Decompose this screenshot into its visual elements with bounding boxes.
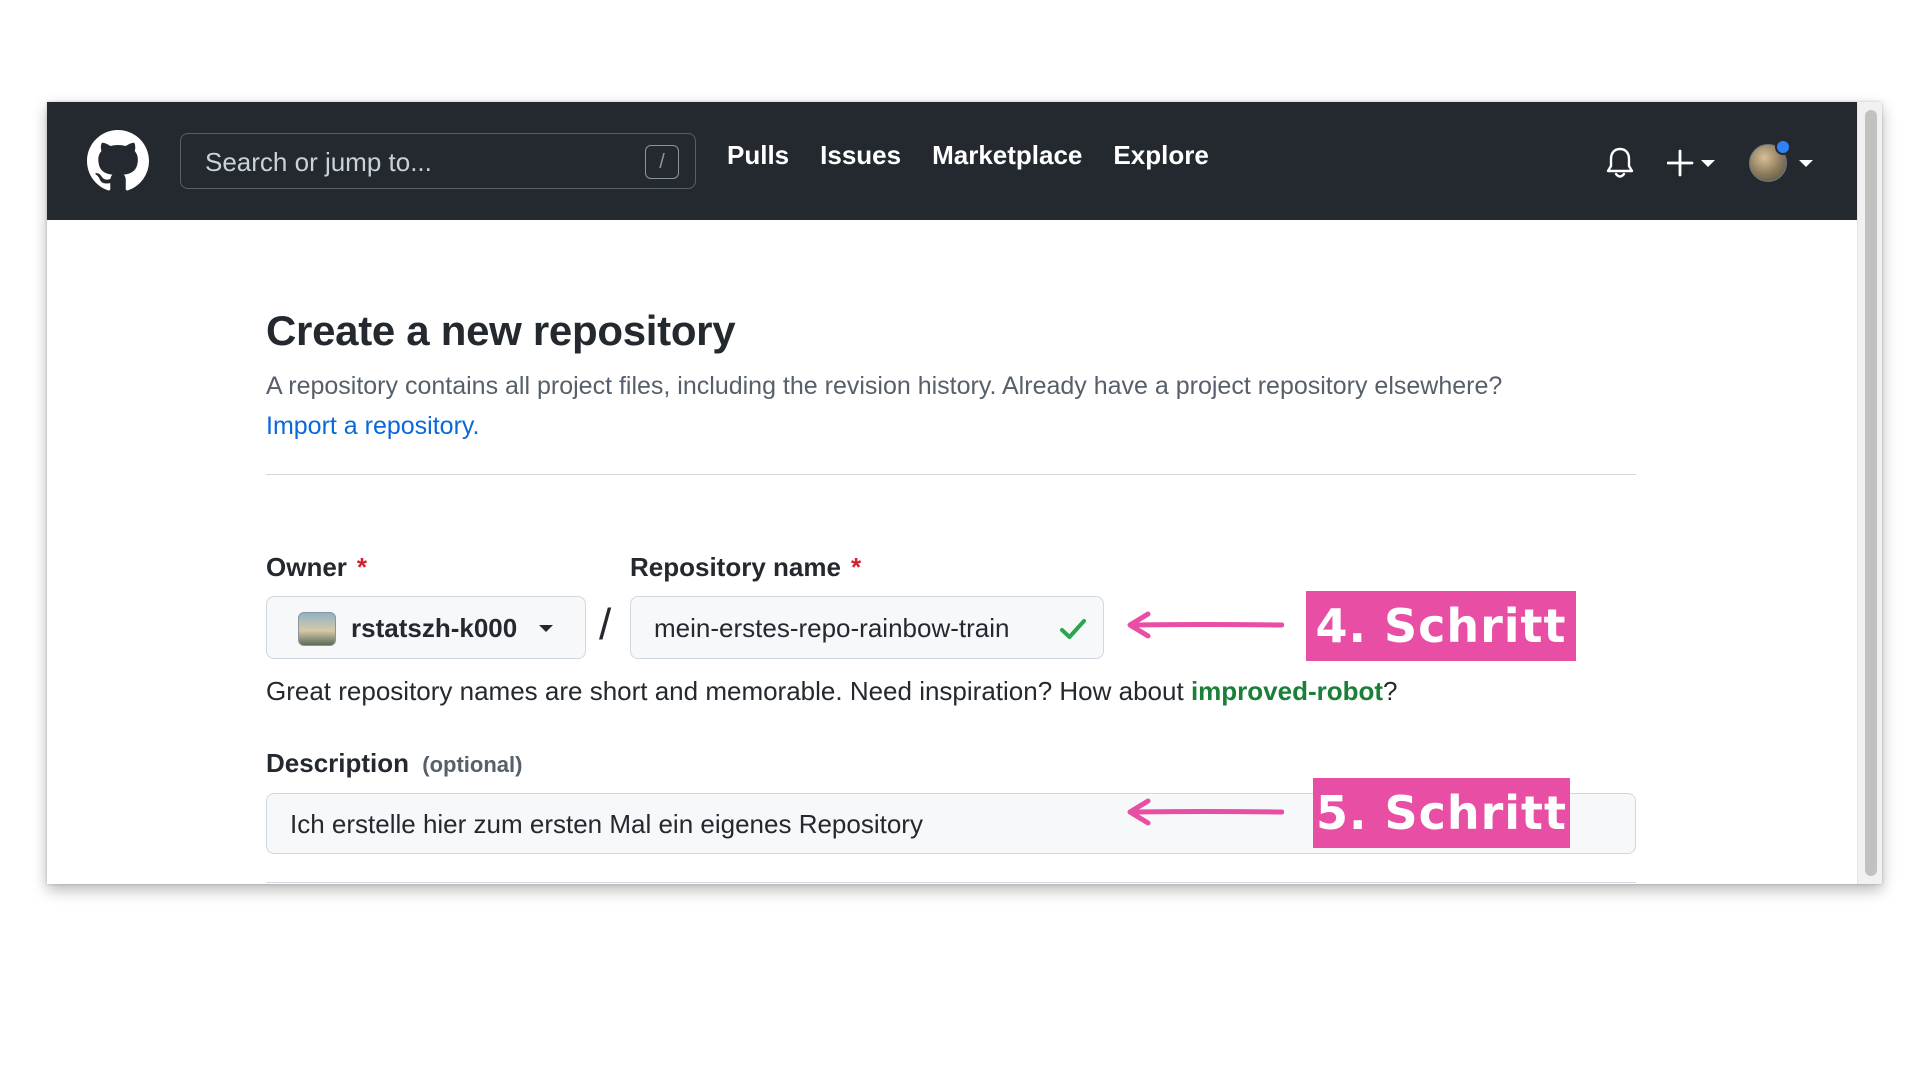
search-shortcut-key: / xyxy=(645,145,679,179)
required-mark: * xyxy=(850,552,862,582)
check-icon xyxy=(1060,619,1086,639)
owner-label-text: Owner xyxy=(266,552,347,582)
description-label-text: Description xyxy=(266,748,410,778)
nav-marketplace[interactable]: Marketplace xyxy=(932,140,1082,171)
repo-name-value: mein-erstes-repo-rainbow-train xyxy=(654,613,1010,643)
global-header: Search or jump to... / Pulls Issues Mark… xyxy=(47,102,1857,220)
description-value: Ich erstelle hier zum ersten Mal ein eig… xyxy=(290,809,923,839)
description-label: Description (optional) xyxy=(266,748,522,779)
repo-name-label: Repository name * xyxy=(630,552,861,583)
divider xyxy=(266,474,1636,475)
notification-indicator xyxy=(1775,139,1791,155)
scrollbar[interactable] xyxy=(1857,102,1882,884)
search-input[interactable]: Search or jump to... / xyxy=(180,133,696,189)
import-repository-link[interactable]: Import a repository. xyxy=(266,412,480,440)
chevron-down-icon xyxy=(539,625,553,632)
create-new-menu[interactable] xyxy=(1666,146,1723,180)
optional-tag: (optional) xyxy=(422,752,523,777)
scrollbar-thumb[interactable] xyxy=(1865,110,1877,876)
nav-issues[interactable]: Issues xyxy=(820,140,901,171)
repo-name-input[interactable]: mein-erstes-repo-rainbow-train xyxy=(630,596,1104,659)
repo-name-hint: Great repository names are short and mem… xyxy=(266,676,1398,707)
owner-select[interactable]: rstatszh-k000 xyxy=(266,596,586,659)
intro-text: A repository contains all project files,… xyxy=(266,372,1503,400)
step4-label: 4. Schritt xyxy=(1306,591,1576,661)
nav-explore[interactable]: Explore xyxy=(1113,140,1208,171)
hint-text: Great repository names are short and mem… xyxy=(266,676,1184,706)
bell-icon[interactable] xyxy=(1604,146,1636,180)
suggested-name-link[interactable]: improved-robot xyxy=(1191,676,1383,706)
plus-icon xyxy=(1666,149,1715,177)
main-nav: Pulls Issues Marketplace Explore xyxy=(727,140,1209,171)
required-mark: * xyxy=(356,552,368,582)
owner-repo-separator: / xyxy=(599,600,612,649)
github-logo-icon[interactable] xyxy=(87,130,149,192)
repo-name-label-text: Repository name xyxy=(630,552,841,582)
owner-avatar xyxy=(298,612,336,646)
step5-arrow-icon xyxy=(1124,797,1284,827)
chevron-down-icon xyxy=(1799,160,1813,167)
page-intro: A repository contains all project files,… xyxy=(266,366,1526,446)
owner-label: Owner * xyxy=(266,552,367,583)
owner-value: rstatszh-k000 xyxy=(351,613,518,643)
nav-pulls[interactable]: Pulls xyxy=(727,140,789,171)
browser-window: Search or jump to... / Pulls Issues Mark… xyxy=(47,102,1882,884)
page-title: Create a new repository xyxy=(266,307,736,354)
hint-suffix: ? xyxy=(1383,676,1398,706)
step5-label: 5. Schritt xyxy=(1313,778,1570,848)
divider xyxy=(266,882,1636,883)
user-menu[interactable] xyxy=(1749,136,1821,188)
step4-arrow-icon xyxy=(1124,610,1284,640)
search-placeholder: Search or jump to... xyxy=(205,147,432,177)
